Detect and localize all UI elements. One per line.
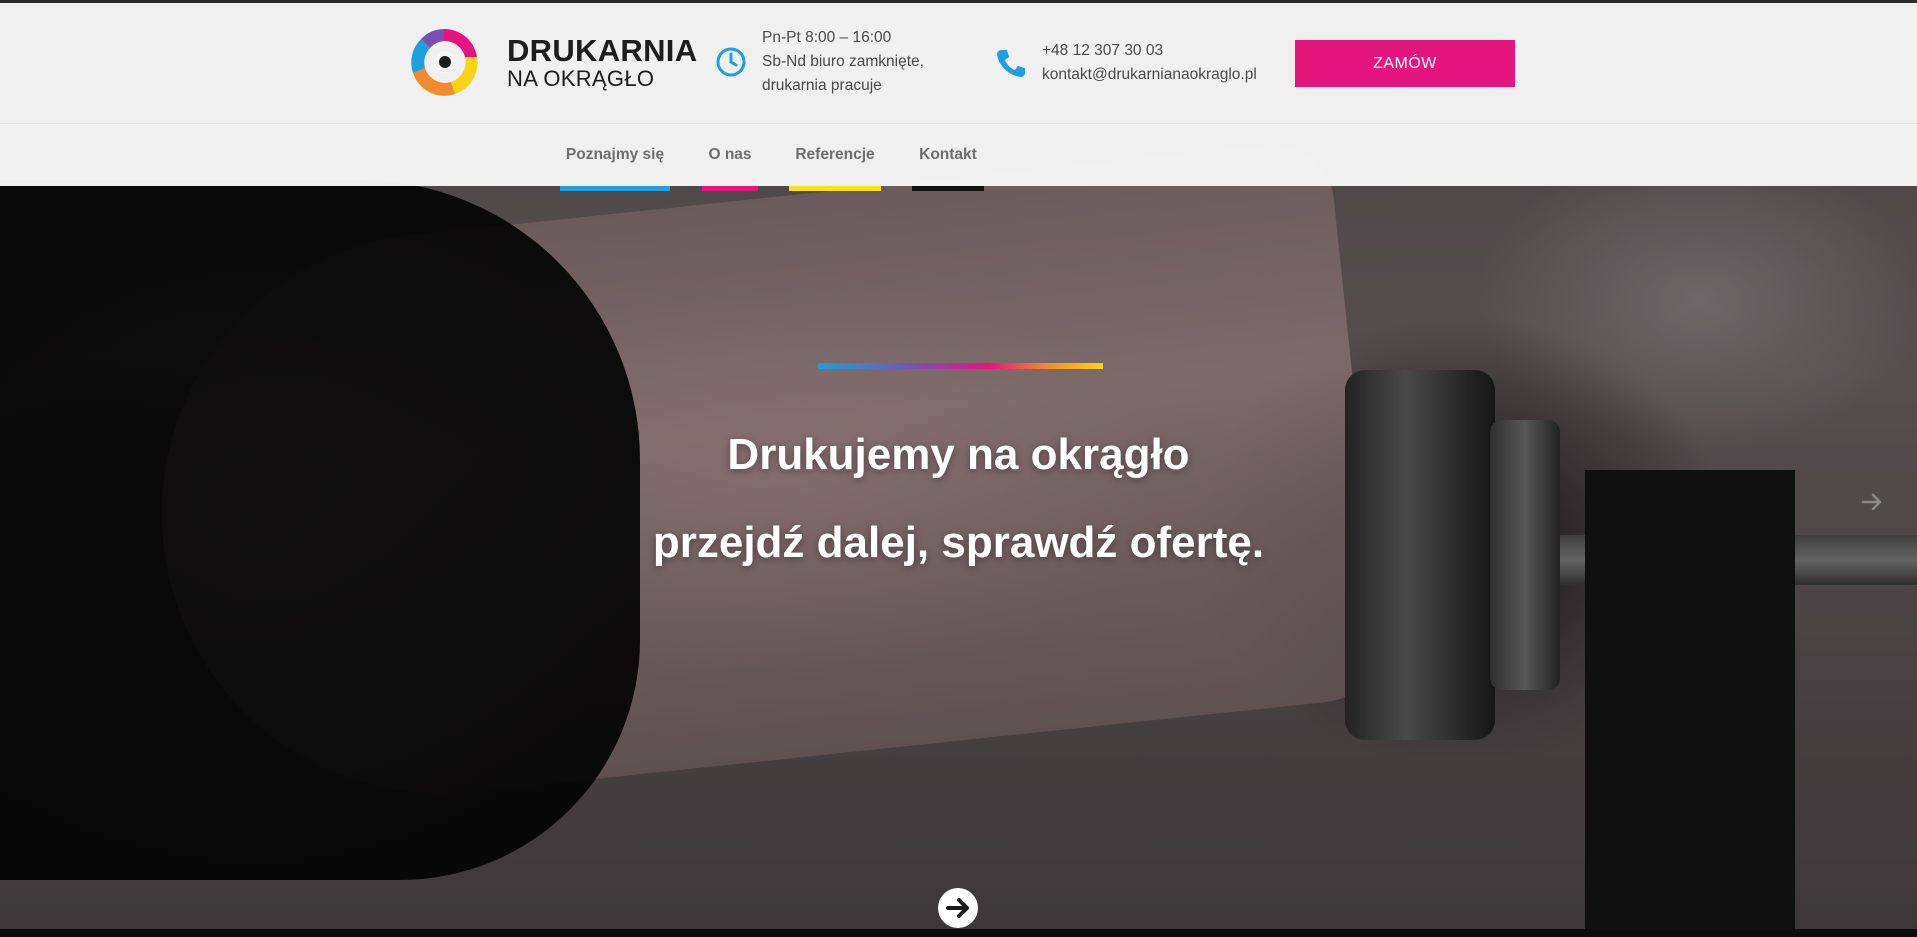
opening-hours: Pn-Pt 8:00 – 16:00 Sb-Nd biuro zamknięte… xyxy=(714,26,924,98)
nav-accent-bar-pink xyxy=(702,186,758,191)
hours-weekend: Sb-Nd biuro zamknięte, xyxy=(762,53,924,70)
circular-cmyk-swirl-logo-icon xyxy=(411,28,478,96)
nav-accent-bar-yellow xyxy=(789,186,881,191)
contact-info: +48 12 307 30 03 kontakt@drukarnianaokra… xyxy=(994,39,1257,87)
hero-subheading: przejdź dalej, sprawdź ofertę. xyxy=(652,518,1265,567)
email-link[interactable]: kontakt@drukarnianaokraglo.pl xyxy=(1042,63,1257,87)
hero-heading: Drukujemy na okrągło xyxy=(727,430,1190,479)
contact-text: +48 12 307 30 03 kontakt@drukarnianaokra… xyxy=(1042,39,1257,87)
hours-weekdays: Pn-Pt 8:00 – 16:00 xyxy=(762,29,892,46)
clock-icon xyxy=(716,47,746,77)
order-button[interactable]: ZAMÓW xyxy=(1295,40,1515,87)
arrow-right-icon[interactable] xyxy=(1860,490,1884,514)
page: DRUKARNIA NA OKRĄGŁO Pn-Pt 8:00 – 16:00 … xyxy=(0,0,1917,937)
scroll-down-button[interactable] xyxy=(938,888,978,928)
logo-name-line1: DRUKARNIA xyxy=(507,32,698,68)
opening-hours-text: Pn-Pt 8:00 – 16:00 Sb-Nd biuro zamknięte… xyxy=(762,26,924,98)
nav-item-referencje[interactable]: Referencje xyxy=(789,124,881,186)
circle-arrow-right-icon xyxy=(939,889,977,927)
nav-accent-bar-black xyxy=(912,186,984,191)
phone-number-link[interactable]: +48 12 307 30 03 xyxy=(1042,39,1257,63)
phone-icon xyxy=(997,50,1025,77)
bottom-strip xyxy=(0,929,1917,937)
main-nav: Poznajmy się O nas Referencje Kontakt xyxy=(0,124,1917,186)
nav-accent-bar-cyan xyxy=(560,186,670,191)
hours-note: drukarnia pracuje xyxy=(762,77,882,94)
nav-item-poznajmy-sie[interactable]: Poznajmy się xyxy=(560,124,670,186)
nav-item-o-nas[interactable]: O nas xyxy=(702,124,758,186)
hero-gradient-divider xyxy=(818,363,1103,369)
site-header: DRUKARNIA NA OKRĄGŁO Pn-Pt 8:00 – 16:00 … xyxy=(0,3,1917,124)
logo-text: DRUKARNIA NA OKRĄGŁO xyxy=(507,35,697,90)
logo-link[interactable]: DRUKARNIA NA OKRĄGŁO xyxy=(403,21,697,103)
nav-item-kontakt[interactable]: Kontakt xyxy=(912,124,984,186)
logo-name-line2: NA OKRĄGŁO xyxy=(507,65,655,91)
